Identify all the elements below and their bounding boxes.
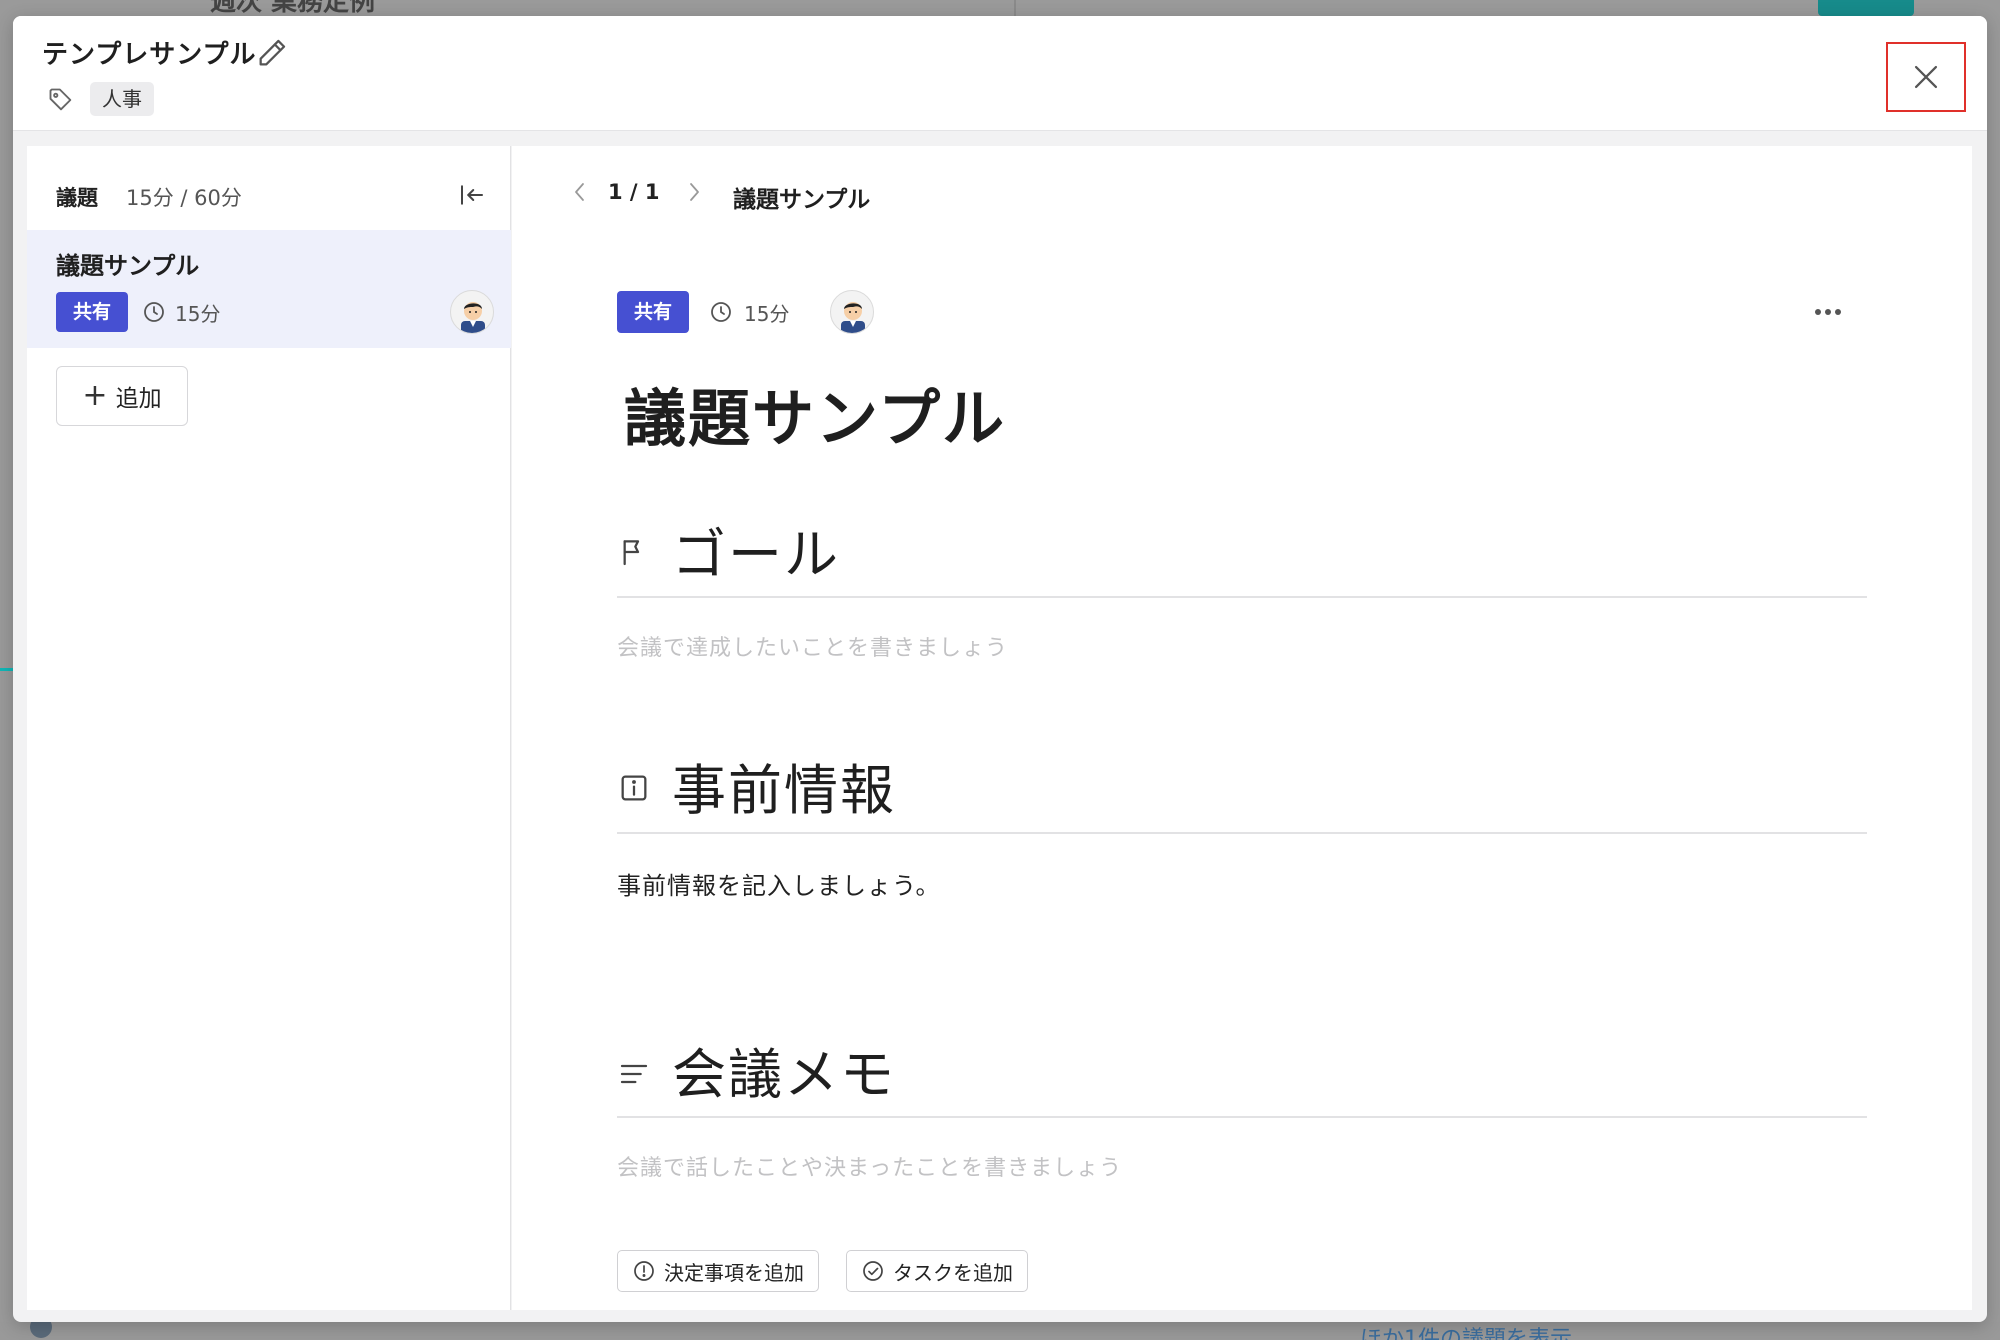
add-decision-label: 決定事項を追加 — [664, 1260, 804, 1285]
sidebar-item-agenda-sample[interactable]: 議題サンプル 共有 15分 — [27, 230, 511, 348]
avatar — [830, 290, 874, 334]
clock-icon — [144, 302, 164, 322]
tag-icon — [49, 88, 72, 111]
chevron-right-icon[interactable] — [682, 178, 706, 206]
tag-chip[interactable]: 人事 — [90, 82, 154, 116]
close-button[interactable] — [1886, 42, 1966, 112]
sidebar-total-time: 15分 / 60分 — [126, 186, 242, 210]
background-create-button — [1818, 0, 1914, 16]
modal-title: テンプレサンプル — [42, 40, 257, 70]
avatar-illustration — [841, 302, 865, 333]
avatar — [450, 290, 494, 334]
sidebar-item-title: 議題サンプル — [56, 252, 200, 280]
plus-icon: + — [82, 378, 108, 413]
sidebar-header-label: 議題 — [56, 186, 98, 210]
background-header-title: 週次 業務定例 — [210, 0, 376, 16]
pencil-icon[interactable] — [255, 36, 289, 70]
shared-badge: 共有 — [617, 291, 689, 333]
agenda-detail: 1 / 1 議題サンプル 共有 15分 議題サンプル ゴール 会議で達成したいこ… — [512, 146, 1972, 1310]
info-body[interactable]: 事前情報を記入しましょう。 — [617, 866, 941, 901]
background-more-agenda-link: ほか1件の議題を表示 — [1360, 1327, 1572, 1340]
goal-heading: ゴール — [672, 523, 840, 586]
collapse-sidebar-icon[interactable] — [457, 180, 487, 210]
avatar-illustration — [461, 302, 485, 333]
add-agenda-button[interactable]: + 追加 — [56, 366, 188, 426]
close-icon — [1914, 65, 1938, 89]
pager-indicator: 1 / 1 — [608, 180, 660, 204]
memo-heading: 会議メモ — [672, 1043, 896, 1106]
add-agenda-label: 追加 — [115, 386, 162, 412]
shared-badge: 共有 — [56, 292, 128, 332]
add-decision-button[interactable]: 決定事項を追加 — [617, 1250, 819, 1292]
text-lines-icon — [620, 1064, 648, 1084]
info-heading: 事前情報 — [672, 759, 896, 822]
clock-icon — [711, 302, 731, 322]
exclamation-circle-icon — [634, 1261, 654, 1281]
template-modal: テンプレサンプル 人事 議題 15分 / 60分 議題サンプル 共有 15分 +… — [13, 16, 1987, 1322]
chevron-left-icon[interactable] — [568, 178, 592, 206]
breadcrumb-title: 議題サンプル — [733, 187, 871, 213]
sidebar-item-duration: 15分 — [175, 302, 221, 326]
flag-icon — [623, 540, 640, 566]
agenda-title[interactable]: 議題サンプル — [624, 368, 1006, 458]
check-circle-icon — [863, 1261, 883, 1281]
modal-header: テンプレサンプル 人事 — [13, 16, 1987, 131]
agenda-duration: 15分 — [744, 302, 790, 326]
section-divider — [617, 1116, 1867, 1118]
more-options-icon[interactable] — [1812, 304, 1844, 320]
agenda-sidebar: 議題 15分 / 60分 議題サンプル 共有 15分 + 追加 — [27, 146, 511, 1310]
add-task-button[interactable]: タスクを追加 — [846, 1250, 1028, 1292]
goal-input[interactable]: 会議で達成したいことを書きましょう — [617, 630, 1008, 662]
section-divider — [617, 832, 1867, 834]
add-task-label: タスクを追加 — [893, 1260, 1013, 1285]
memo-input[interactable]: 会議で話したことや決まったことを書きましょう — [617, 1150, 1122, 1182]
background-footer — [0, 1322, 2000, 1340]
section-divider — [617, 596, 1867, 598]
info-icon — [621, 775, 647, 801]
